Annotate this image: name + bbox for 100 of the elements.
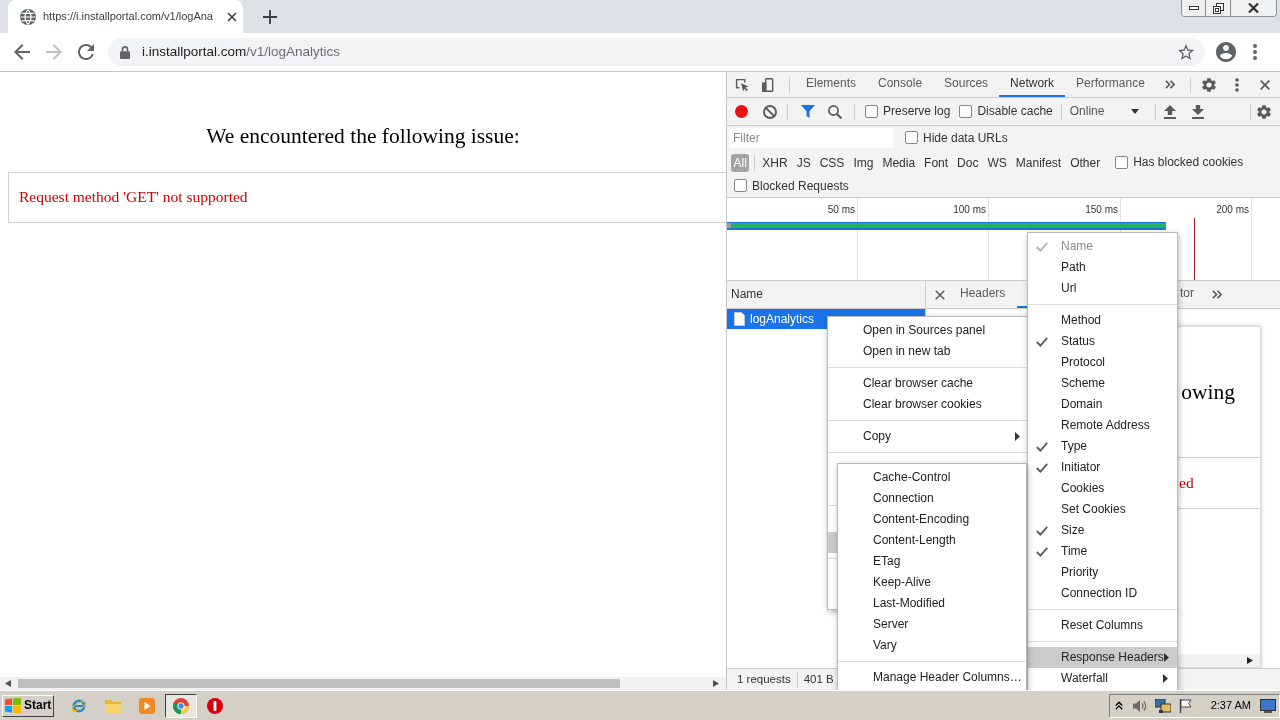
settings-icon[interactable] — [1201, 77, 1216, 92]
devtools-tab[interactable]: Console — [867, 72, 934, 97]
profile-icon[interactable] — [1216, 42, 1236, 62]
devtools-tab[interactable]: Sources — [933, 72, 1000, 97]
checkbox-label[interactable]: Hide data URLs — [923, 130, 1008, 146]
kebab-menu-icon[interactable] — [1234, 77, 1239, 92]
throttling-select[interactable]: Online — [1069, 104, 1139, 119]
scroll-left-icon[interactable] — [5, 680, 11, 687]
menu-item[interactable]: Copy — [828, 426, 1027, 447]
checkbox-label[interactable]: Preserve log — [883, 104, 951, 119]
menu-item[interactable]: Domain — [1028, 394, 1177, 415]
menu-item[interactable]: Keep-Alive — [838, 572, 1026, 593]
chevron-up-icon[interactable] — [1114, 701, 1123, 710]
menu-item[interactable]: Cookies — [1028, 478, 1177, 499]
menu-item[interactable]: Clear browser cookies — [828, 394, 1027, 415]
clear-icon[interactable] — [763, 104, 777, 119]
search-icon[interactable] — [828, 104, 842, 119]
menu-item[interactable]: Path — [1028, 257, 1177, 278]
menu-item[interactable]: Reset Columns — [1028, 615, 1177, 636]
type-filter-button[interactable]: Manifest — [1011, 153, 1066, 172]
download-icon[interactable] — [1191, 104, 1204, 119]
checkbox-label[interactable]: Disable cache — [977, 104, 1053, 119]
menu-item[interactable]: Remote Address — [1028, 415, 1177, 436]
taskbar-button[interactable] — [165, 693, 197, 718]
preview-scrollbar[interactable] — [1176, 654, 1260, 667]
reload-icon[interactable] — [78, 44, 94, 60]
scroll-right-icon[interactable] — [1247, 657, 1253, 664]
detail-tab[interactable]: Headers — [948, 281, 1018, 308]
column-header[interactable]: Name — [727, 281, 925, 309]
horizontal-scrollbar[interactable] — [0, 677, 726, 690]
double-chevron-icon[interactable] — [1212, 290, 1222, 299]
scroll-right-icon[interactable] — [713, 680, 719, 687]
menu-item[interactable]: Time — [1028, 541, 1177, 562]
menu-item[interactable]: Server — [838, 614, 1026, 635]
menu-item[interactable]: Manage Header Columns… — [838, 667, 1026, 688]
plus-icon[interactable] — [263, 9, 277, 24]
menu-item[interactable]: Vary — [838, 635, 1026, 656]
type-filter-button[interactable]: CSS — [815, 153, 849, 172]
menu-item[interactable]: Content-Length — [838, 530, 1026, 551]
menu-item[interactable]: Connection — [838, 488, 1026, 509]
upload-icon[interactable] — [1163, 104, 1176, 119]
segmented-circle-icon[interactable] — [173, 697, 189, 714]
checkbox[interactable] — [865, 105, 878, 118]
start-button[interactable]: Start — [2, 694, 54, 717]
menu-item[interactable]: Url — [1028, 278, 1177, 299]
checkbox[interactable] — [959, 105, 973, 118]
menu-item[interactable]: Response Headers — [1028, 647, 1177, 668]
kebab-menu-icon[interactable] — [1253, 44, 1257, 60]
minimize-button[interactable] — [1182, 0, 1206, 16]
alert-circle-icon[interactable] — [207, 697, 223, 714]
menu-item[interactable]: Initiator — [1028, 457, 1177, 478]
type-filter-button[interactable]: Font — [920, 153, 953, 172]
scrollbar-thumb[interactable] — [18, 679, 620, 688]
menu-item[interactable]: Priority — [1028, 562, 1177, 583]
checkbox[interactable] — [734, 179, 747, 193]
menu-item[interactable]: Last-Modified — [838, 593, 1026, 614]
devtools-tab[interactable]: Performance — [1065, 72, 1156, 97]
menu-item[interactable]: Cache-Control — [838, 467, 1026, 488]
back-arrow-icon[interactable] — [14, 44, 30, 60]
close-icon[interactable] — [935, 289, 945, 300]
star-icon[interactable] — [1178, 44, 1194, 60]
show-desktop-icon[interactable] — [1260, 698, 1276, 713]
menu-item[interactable]: Status — [1028, 331, 1177, 352]
menu-item[interactable]: Content-Encoding — [838, 509, 1026, 530]
type-filter-button[interactable]: Img — [849, 153, 878, 172]
device-icon[interactable] — [762, 77, 776, 92]
menu-item[interactable]: Set Cookies — [1028, 499, 1177, 520]
type-filter-button[interactable]: WS — [983, 153, 1011, 172]
clock-text[interactable]: 2:37 AM — [1210, 698, 1251, 713]
address-bar[interactable]: i.installportal.com/v1/logAnalytics — [108, 38, 1205, 66]
browser-tab[interactable]: https://i.installportal.com/v1/logAna — [8, 0, 243, 33]
checkbox-label[interactable]: Blocked Requests — [752, 178, 849, 194]
menu-item[interactable]: Size — [1028, 520, 1177, 541]
double-chevron-icon[interactable] — [1164, 80, 1175, 89]
type-filter-button[interactable]: Other — [1066, 153, 1105, 172]
settings-icon[interactable] — [1257, 104, 1271, 119]
menu-item[interactable]: Method — [1028, 310, 1177, 331]
close-icon[interactable] — [1259, 79, 1270, 90]
flag-icon[interactable] — [1178, 698, 1193, 713]
menu-item[interactable]: Connection ID — [1028, 583, 1177, 604]
inspect-icon[interactable] — [735, 77, 749, 92]
checkbox[interactable] — [1115, 156, 1129, 169]
menu-item[interactable]: Protocol — [1028, 352, 1177, 373]
menu-item[interactable]: ETag — [838, 551, 1026, 572]
filter-icon[interactable] — [801, 105, 815, 118]
detail-tab[interactable]: tor — [1180, 281, 1194, 308]
menu-item[interactable]: Open in new tab — [828, 341, 1027, 362]
filter-input[interactable]: Filter — [729, 128, 893, 148]
close-icon[interactable] — [227, 11, 237, 22]
speaker-icon[interactable] — [1132, 698, 1147, 713]
checkbox[interactable] — [905, 131, 918, 145]
menu-item[interactable]: Type — [1028, 436, 1177, 457]
type-filter-button[interactable]: Doc — [953, 153, 983, 172]
network-icon[interactable] — [1154, 698, 1171, 713]
menu-item[interactable]: Clear browser cache — [828, 373, 1027, 394]
type-filter-button[interactable]: JS — [792, 153, 815, 172]
record-icon[interactable] — [735, 105, 748, 118]
type-filter-button[interactable]: XHR — [758, 153, 792, 172]
checkbox-label[interactable]: Has blocked cookies — [1133, 155, 1244, 170]
menu-item[interactable]: Waterfall — [1028, 668, 1177, 689]
